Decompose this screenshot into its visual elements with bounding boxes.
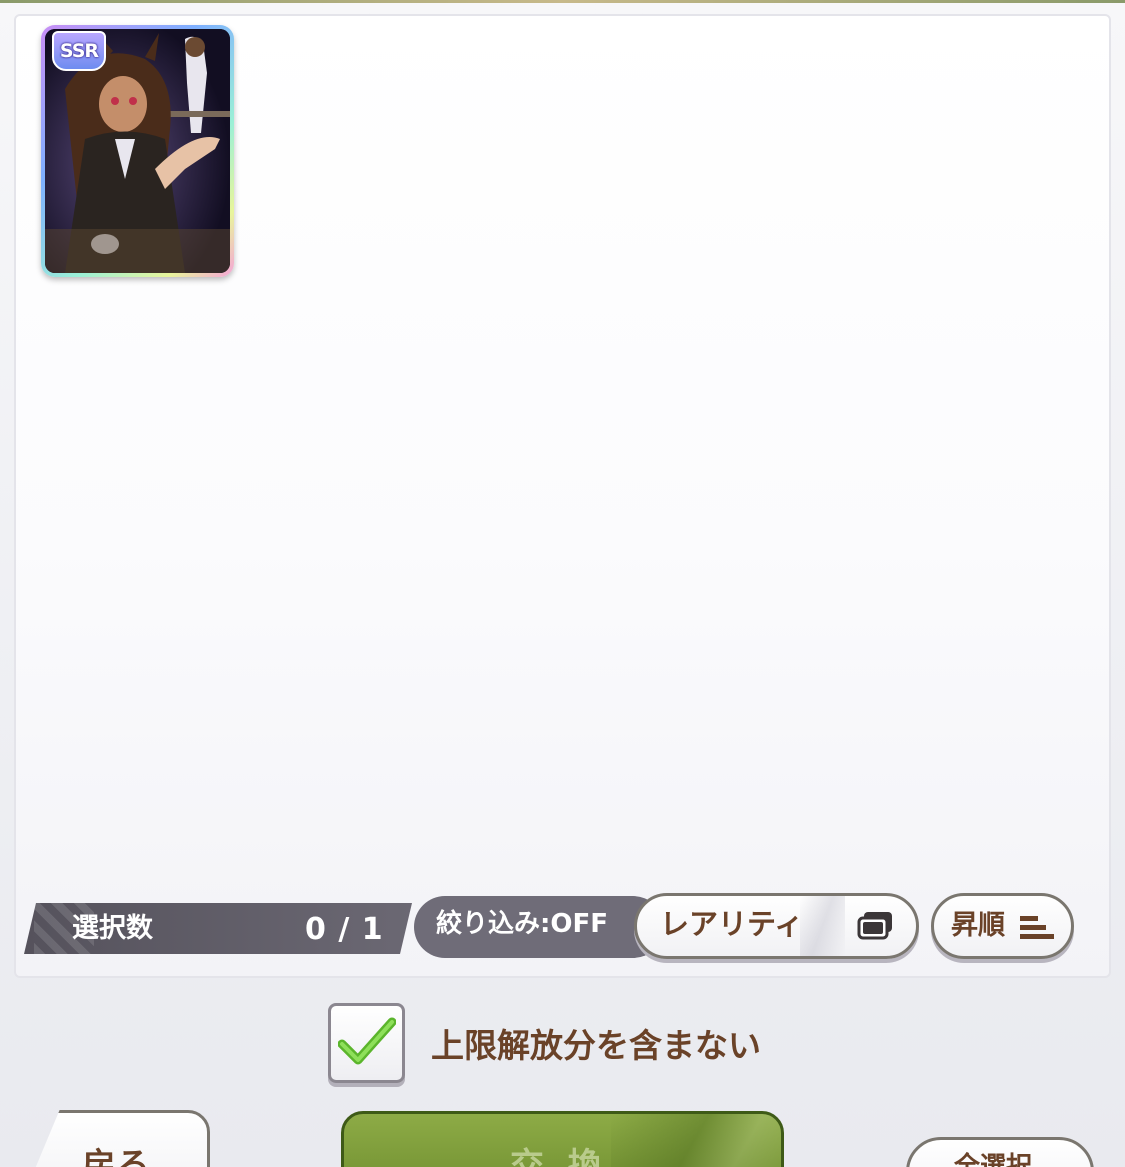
rarity-sort-label: レアリティ: [660, 907, 804, 941]
rarity-badge: SSR: [52, 31, 106, 71]
top-border: [0, 0, 1125, 3]
card-stack-icon: [857, 912, 892, 940]
selection-count-value: 0 / 1: [305, 912, 384, 947]
exchange-button-shine: [611, 1114, 781, 1167]
button-shine: [800, 896, 845, 956]
selection-count-label: 選択数: [72, 913, 153, 944]
filter-label: 絞り込み:OFF: [436, 909, 609, 939]
checkmark-icon: [338, 1017, 396, 1065]
sort-order-label: 昇順: [951, 910, 1005, 941]
select-all-button-label: 全選択: [954, 1152, 1033, 1167]
exchange-button-label: 交換: [510, 1146, 626, 1167]
back-button-label: 戻る: [82, 1146, 150, 1167]
exclude-limit-break-label: 上限解放分を含まない: [431, 1026, 761, 1065]
sort-order-icon: [1020, 916, 1054, 939]
